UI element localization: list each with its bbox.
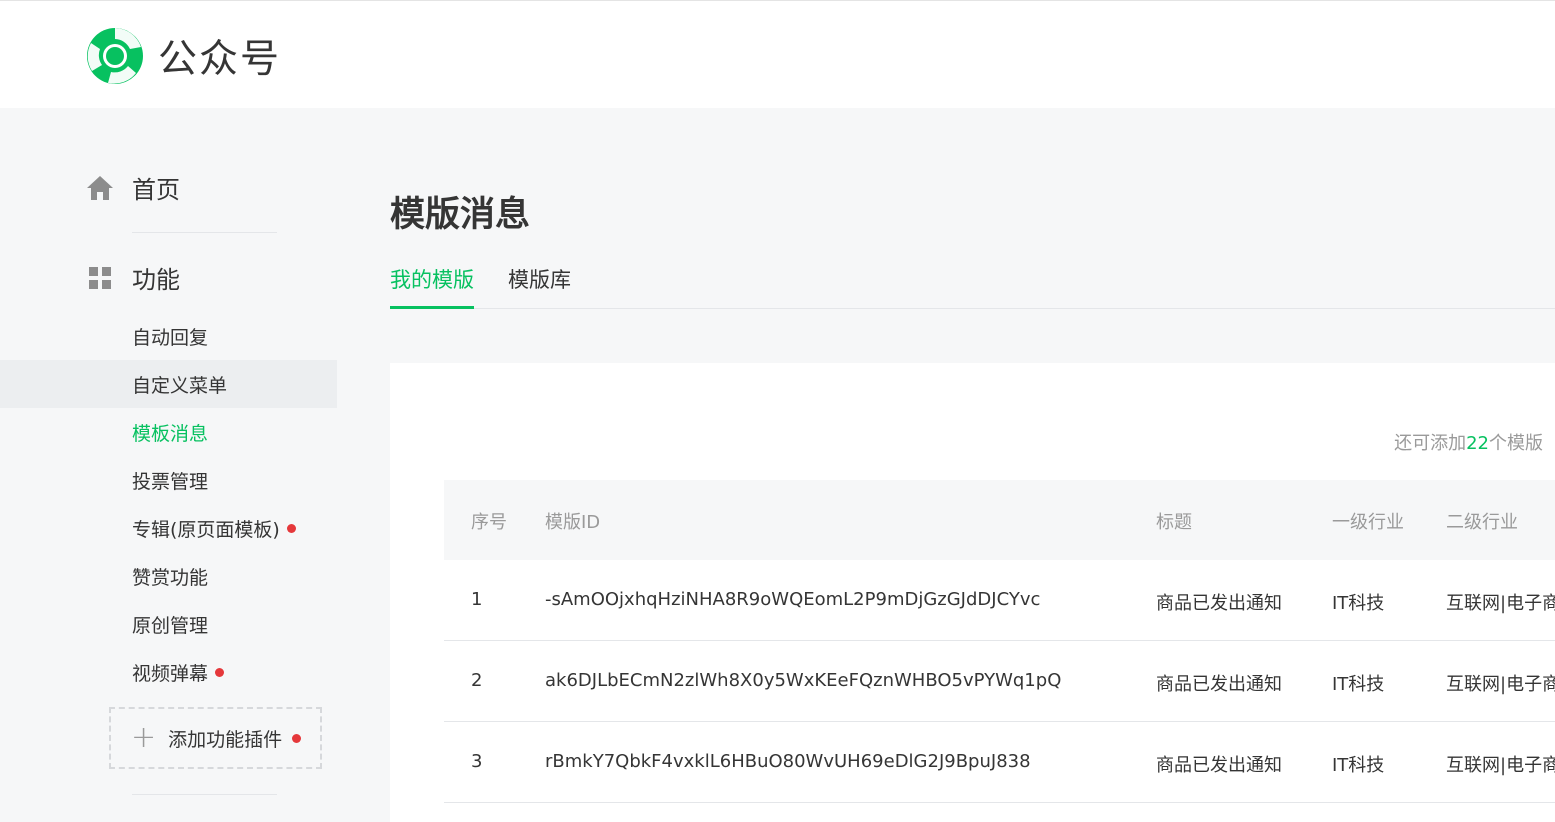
remaining-count: 22 — [1466, 433, 1489, 454]
sidebar-divider — [132, 232, 277, 233]
sidebar-item-label: 视频弹幕 — [132, 662, 209, 685]
sidebar-item-vote-management[interactable]: 投票管理 — [0, 456, 337, 504]
sidebar-item-appreciation[interactable]: 赞赏功能 — [0, 552, 337, 600]
cell-secondary-industry: 互联网|电子商务 — [1446, 674, 1555, 695]
remaining-prefix: 还可添加 — [1394, 433, 1467, 454]
cell-template-id: ak6DJLbECmN2zlWh8X0y5WxKEeFQznWHBO5vPYWq… — [545, 670, 1062, 691]
remaining-count-text: 还可添加22个模版 — [1394, 429, 1543, 455]
tab-template-library[interactable]: 模版库 — [508, 264, 571, 309]
column-header-template-id: 模版ID — [545, 512, 601, 533]
cell-secondary-industry: 互联网|电子商务 — [1446, 755, 1555, 776]
template-panel: 还可添加22个模版 序号 模版ID 标题 一级行业 二级行业 1 -sAmOOj… — [390, 363, 1555, 822]
add-plugin-button[interactable]: + 添加功能插件 — [109, 707, 322, 769]
add-plugin-label: 添加功能插件 — [168, 728, 283, 751]
sidebar-item-label: 模板消息 — [132, 422, 209, 445]
cell-title: 商品已发出通知 — [1156, 593, 1282, 614]
cell-template-id: rBmkY7QbkF4vxklL6HBuO80WvUH69eDlG2J9BpuJ… — [545, 751, 1031, 772]
column-header-primary-industry: 一级行业 — [1332, 512, 1404, 533]
sidebar-item-template-message[interactable]: 模板消息 — [0, 408, 337, 456]
sidebar-item-video-danmaku[interactable]: 视频弹幕 — [0, 648, 337, 696]
sidebar-item-label: 赞赏功能 — [132, 566, 209, 589]
sidebar-item-auto-reply[interactable]: 自动回复 — [0, 312, 337, 360]
column-header-title: 标题 — [1156, 512, 1192, 533]
new-badge-dot — [286, 523, 296, 533]
sidebar-item-label: 自动回复 — [132, 326, 209, 349]
cell-primary-industry: IT科技 — [1332, 674, 1385, 695]
new-badge-dot — [292, 733, 302, 743]
cell-index: 2 — [471, 670, 483, 691]
plus-icon: + — [131, 720, 157, 755]
cell-index: 1 — [471, 589, 483, 610]
sidebar-divider — [132, 794, 277, 795]
cell-secondary-industry: 互联网|电子商务 — [1446, 593, 1555, 614]
cell-index: 3 — [471, 751, 483, 772]
logo-link[interactable]: 公众号 — [86, 27, 281, 85]
sidebar-item-custom-menu[interactable]: 自定义菜单 — [0, 360, 337, 408]
sidebar-item-label: 专辑(原页面模板) — [132, 518, 280, 541]
table-header: 序号 模版ID 标题 一级行业 二级行业 — [444, 480, 1555, 560]
sidebar-item-label: 原创管理 — [132, 614, 209, 637]
page-title: 模版消息 — [390, 195, 531, 235]
cell-primary-industry: IT科技 — [1332, 593, 1385, 614]
home-icon — [87, 175, 113, 200]
sidebar-item-label: 投票管理 — [132, 470, 209, 493]
cell-primary-industry: IT科技 — [1332, 755, 1385, 776]
sidebar-home-label: 首页 — [132, 176, 180, 204]
sidebar-item-label: 自定义菜单 — [132, 374, 228, 397]
grid-icon — [89, 266, 111, 289]
cell-template-id: -sAmOOjxhqHziNHA8R9oWQEomL2P9mDjGzGJdDJC… — [545, 589, 1041, 610]
table-row[interactable]: 3 rBmkY7QbkF4vxklL6HBuO80WvUH69eDlG2J9Bp… — [444, 722, 1555, 803]
template-table: 序号 模版ID 标题 一级行业 二级行业 1 -sAmOOjxhqHziNHA8… — [444, 480, 1555, 803]
remaining-suffix: 个模版 — [1489, 433, 1543, 454]
sidebar-section-functions: 功能 — [86, 260, 180, 295]
sidebar: 首页 功能 自动回复 自定义菜单 模板消息 投票管理 专辑(原页面模板) 赞赏功… — [0, 108, 337, 822]
sidebar-functions-label: 功能 — [132, 266, 180, 294]
cell-title: 商品已发出通知 — [1156, 674, 1282, 695]
wechat-mp-logo-icon — [87, 28, 143, 84]
column-header-index: 序号 — [471, 512, 507, 533]
table-row[interactable]: 2 ak6DJLbECmN2zlWh8X0y5WxKEeFQznWHBO5vPY… — [444, 641, 1555, 722]
sidebar-item-original-management[interactable]: 原创管理 — [0, 600, 337, 648]
table-row[interactable]: 1 -sAmOOjxhqHziNHA8R9oWQEomL2P9mDjGzGJdD… — [444, 560, 1555, 641]
new-badge-dot — [215, 667, 225, 677]
top-bar: 公众号 — [0, 0, 1555, 108]
sidebar-item-home[interactable]: 首页 — [86, 170, 180, 205]
tab-my-templates[interactable]: 我的模版 — [390, 264, 474, 309]
sidebar-item-album[interactable]: 专辑(原页面模板) — [0, 504, 337, 552]
tab-bar: 我的模版 模版库 — [390, 264, 1555, 309]
logo-text: 公众号 — [158, 37, 282, 82]
cell-title: 商品已发出通知 — [1156, 755, 1282, 776]
column-header-secondary-industry: 二级行业 — [1446, 512, 1518, 533]
